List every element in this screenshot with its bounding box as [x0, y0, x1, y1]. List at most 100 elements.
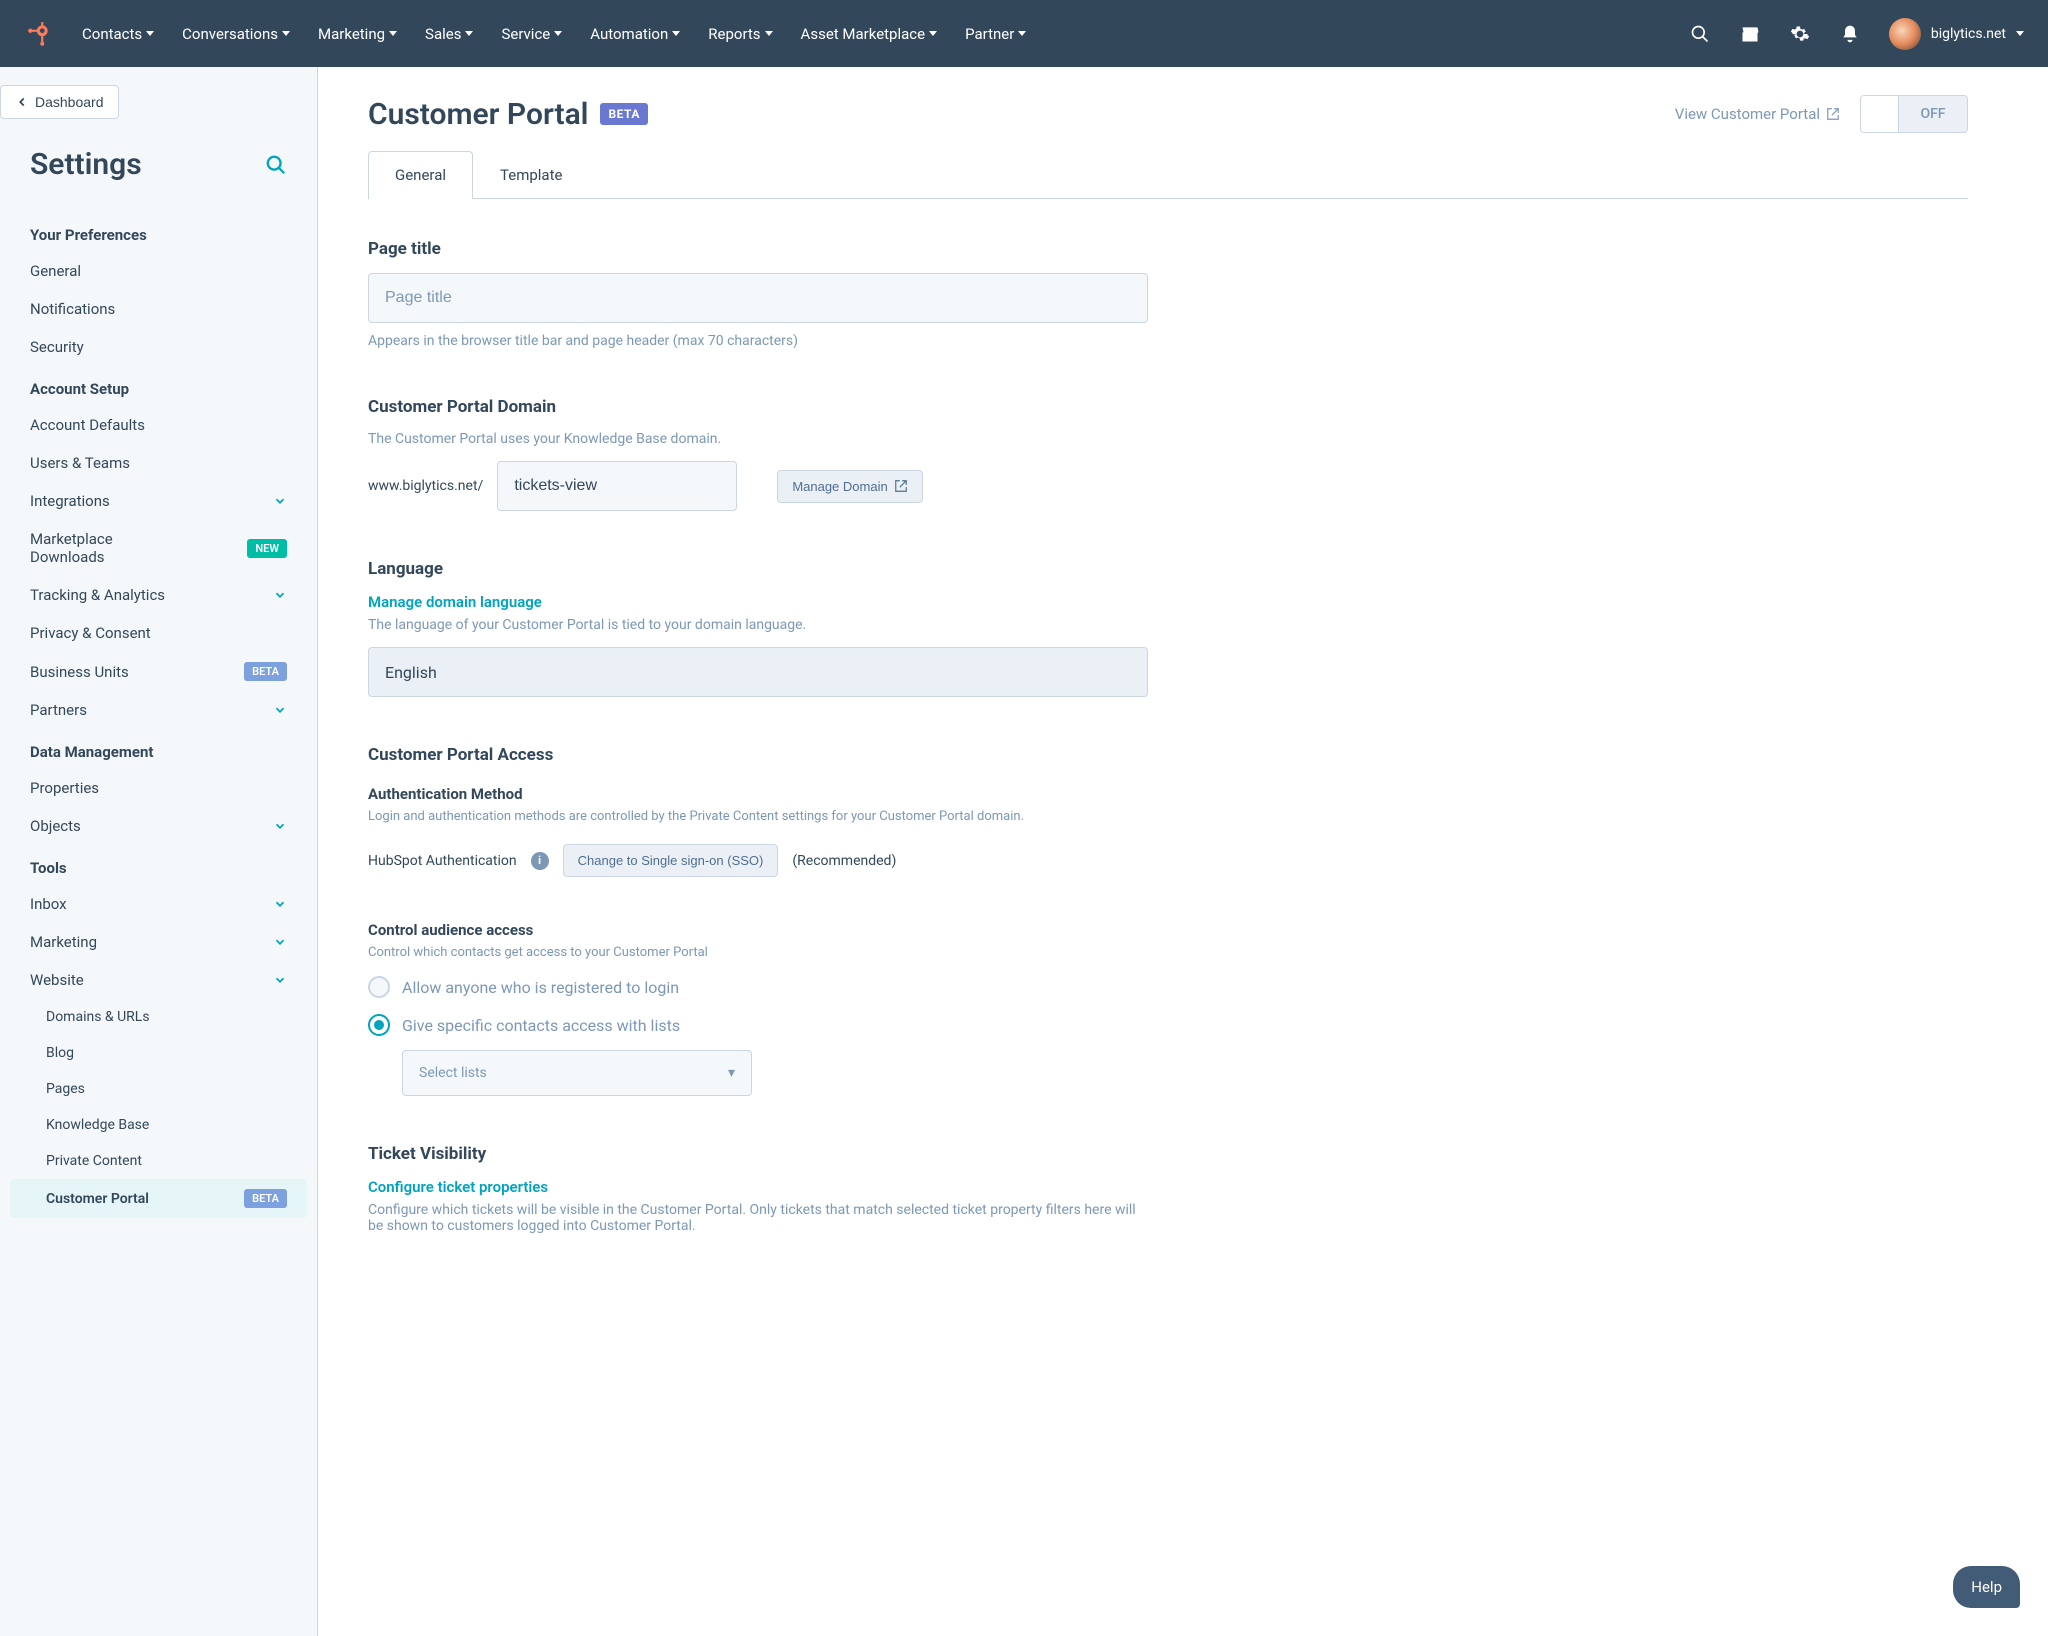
chevron-down-icon — [765, 31, 773, 36]
sidebar-item-marketplace-downloads[interactable]: Marketplace DownloadsNEW — [10, 520, 307, 576]
sidebar-item-website[interactable]: Website — [10, 961, 307, 999]
nav-right: biglytics.net — [1689, 18, 2024, 50]
sidebar-item-account-defaults[interactable]: Account Defaults — [10, 406, 307, 444]
sidebar-item-inbox[interactable]: Inbox — [10, 885, 307, 923]
sidebar-item-pages[interactable]: Pages — [10, 1071, 307, 1107]
tabs: General Template — [368, 151, 1968, 199]
audience-help: Control which contacts get access to you… — [368, 945, 1148, 960]
sidebar-item-partners[interactable]: Partners — [10, 691, 307, 729]
audience-label: Control audience access — [368, 921, 1148, 939]
sidebar-item-customer-portal[interactable]: Customer PortalBETA — [10, 1179, 307, 1218]
external-link-icon — [894, 479, 908, 493]
language-help: The language of your Customer Portal is … — [368, 617, 1148, 633]
info-icon[interactable]: i — [531, 852, 549, 870]
radio-icon — [368, 1014, 390, 1036]
portal-toggle[interactable]: OFF — [1860, 95, 1968, 133]
sidebar-item-marketing[interactable]: Marketing — [10, 923, 307, 961]
domain-slug-input[interactable] — [497, 461, 737, 511]
domain-prefix: www.biglytics.net/ — [368, 478, 483, 494]
select-lists-dropdown[interactable]: Select lists ▾ — [402, 1050, 752, 1096]
sidebar-item-blog[interactable]: Blog — [10, 1035, 307, 1071]
search-icon[interactable] — [1689, 23, 1711, 45]
chevron-down-icon — [929, 31, 937, 36]
nav-conversations[interactable]: Conversations — [182, 25, 290, 43]
toggle-knob — [1861, 96, 1899, 132]
configure-ticket-properties-link[interactable]: Configure ticket properties — [368, 1178, 548, 1196]
chevron-down-icon — [273, 973, 287, 987]
chevron-down-icon — [389, 31, 397, 36]
sidebar-item-general[interactable]: General — [10, 252, 307, 290]
domain-help: The Customer Portal uses your Knowledge … — [368, 431, 1148, 447]
settings-title: Settings — [30, 147, 142, 182]
page-title-input[interactable] — [368, 273, 1148, 323]
recommended-text: (Recommended) — [792, 853, 896, 869]
sidebar-item-tracking-analytics[interactable]: Tracking & Analytics — [10, 576, 307, 614]
auth-method-help: Login and authentication methods are con… — [368, 809, 1148, 824]
chevron-down-icon — [2016, 31, 2024, 36]
visibility-help: Configure which tickets will be visible … — [368, 1202, 1148, 1234]
avatar — [1889, 18, 1921, 50]
tab-template[interactable]: Template — [473, 151, 589, 198]
chevron-down-icon — [273, 897, 287, 911]
sidebar-group-preferences: Your Preferences — [10, 212, 307, 252]
settings-sidebar: Dashboard Settings Your Preferences Gene… — [0, 67, 318, 1636]
nav-asset-marketplace[interactable]: Asset Marketplace — [801, 25, 938, 43]
manage-domain-button[interactable]: Manage Domain — [777, 470, 922, 503]
language-label: Language — [368, 559, 1148, 579]
chevron-left-icon — [15, 95, 29, 109]
back-to-dashboard-button[interactable]: Dashboard — [0, 85, 119, 119]
sidebar-item-notifications[interactable]: Notifications — [10, 290, 307, 328]
beta-badge: BETA — [600, 103, 647, 125]
nav-menu: Contacts Conversations Marketing Sales S… — [82, 25, 1689, 43]
nav-service[interactable]: Service — [501, 25, 562, 43]
external-link-icon — [1826, 107, 1840, 121]
chevron-down-icon — [1018, 31, 1026, 36]
top-nav: Contacts Conversations Marketing Sales S… — [0, 0, 2048, 67]
chevron-down-icon — [273, 819, 287, 833]
account-name: biglytics.net — [1931, 26, 2006, 42]
nav-contacts[interactable]: Contacts — [82, 25, 154, 43]
account-menu[interactable]: biglytics.net — [1889, 18, 2024, 50]
sidebar-item-users-teams[interactable]: Users & Teams — [10, 444, 307, 482]
sidebar-item-knowledge-base[interactable]: Knowledge Base — [10, 1107, 307, 1143]
marketplace-icon[interactable] — [1739, 23, 1761, 45]
search-icon[interactable] — [265, 154, 287, 176]
nav-marketing[interactable]: Marketing — [318, 25, 397, 43]
language-value: English — [368, 647, 1148, 697]
chevron-down-icon — [273, 703, 287, 717]
sidebar-item-integrations[interactable]: Integrations — [10, 482, 307, 520]
sidebar-item-security[interactable]: Security — [10, 328, 307, 366]
gear-icon[interactable] — [1789, 23, 1811, 45]
nav-sales[interactable]: Sales — [425, 25, 473, 43]
sidebar-item-objects[interactable]: Objects — [10, 807, 307, 845]
sidebar-item-properties[interactable]: Properties — [10, 769, 307, 807]
sidebar-item-privacy-consent[interactable]: Privacy & Consent — [10, 614, 307, 652]
change-sso-button[interactable]: Change to Single sign-on (SSO) — [563, 844, 779, 877]
hubspot-logo-icon[interactable] — [24, 19, 54, 49]
sidebar-group-data-management: Data Management — [10, 729, 307, 769]
tab-general[interactable]: General — [368, 151, 473, 198]
page-title: Customer Portal — [368, 97, 588, 132]
view-customer-portal-link[interactable]: View Customer Portal — [1675, 105, 1840, 123]
chevron-down-icon — [146, 31, 154, 36]
sidebar-item-business-units[interactable]: Business UnitsBETA — [10, 652, 307, 691]
toggle-label: OFF — [1899, 96, 1967, 132]
help-fab-button[interactable]: Help — [1953, 1566, 2020, 1608]
nav-partner[interactable]: Partner — [965, 25, 1026, 43]
chevron-down-icon — [273, 935, 287, 949]
manage-domain-language-link[interactable]: Manage domain language — [368, 593, 542, 611]
chevron-down-icon — [465, 31, 473, 36]
chevron-down-icon — [282, 31, 290, 36]
sidebar-item-private-content[interactable]: Private Content — [10, 1143, 307, 1179]
visibility-label: Ticket Visibility — [368, 1144, 1148, 1164]
sidebar-item-domains-urls[interactable]: Domains & URLs — [10, 999, 307, 1035]
access-label: Customer Portal Access — [368, 745, 1148, 765]
nav-automation[interactable]: Automation — [590, 25, 680, 43]
radio-allow-anyone[interactable]: Allow anyone who is registered to login — [368, 976, 1148, 998]
bell-icon[interactable] — [1839, 23, 1861, 45]
radio-specific-lists[interactable]: Give specific contacts access with lists — [368, 1014, 1148, 1036]
nav-reports[interactable]: Reports — [708, 25, 772, 43]
chevron-down-icon — [672, 31, 680, 36]
auth-current: HubSpot Authentication — [368, 853, 517, 869]
new-badge: NEW — [247, 539, 287, 558]
